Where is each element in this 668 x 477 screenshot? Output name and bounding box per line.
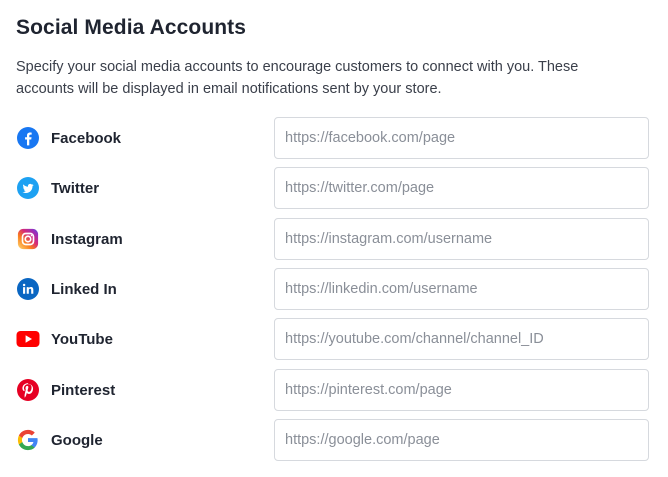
pinterest-url-input[interactable] <box>274 369 649 411</box>
pinterest-label-group: Pinterest <box>16 369 115 411</box>
linkedin-icon <box>16 277 40 301</box>
youtube-url-input[interactable] <box>274 318 649 360</box>
facebook-row: Facebook <box>16 117 652 159</box>
instagram-label-group: Instagram <box>16 218 123 260</box>
section-description: Specify your social media accounts to en… <box>16 59 579 97</box>
twitter-icon <box>16 176 40 200</box>
linkedin-label-group: Linked In <box>16 268 117 310</box>
pinterest-label: Pinterest <box>51 381 116 399</box>
linkedin-label: Linked In <box>51 280 117 298</box>
pinterest-icon <box>16 378 40 402</box>
social-media-settings-panel: Social Media Accounts Specify your socia… <box>0 0 668 477</box>
youtube-icon <box>16 327 40 351</box>
facebook-label-group: Facebook <box>16 117 121 159</box>
youtube-label: YouTube <box>51 330 113 348</box>
linkedin-row: Linked In <box>16 268 652 310</box>
instagram-icon <box>16 227 40 251</box>
google-icon <box>16 428 40 452</box>
instagram-label: Instagram <box>51 230 123 248</box>
linkedin-url-input[interactable] <box>274 268 649 310</box>
section-title: Social Media Accounts <box>16 16 247 39</box>
youtube-label-group: YouTube <box>16 318 113 360</box>
instagram-url-input[interactable] <box>274 218 649 260</box>
facebook-label: Facebook <box>51 129 122 147</box>
facebook-icon <box>16 126 40 150</box>
google-label-group: Google <box>16 419 103 461</box>
twitter-label: Twitter <box>51 179 100 197</box>
twitter-url-input[interactable] <box>274 167 649 209</box>
instagram-row: Instagram <box>16 218 652 260</box>
google-label: Google <box>51 431 103 449</box>
twitter-label-group: Twitter <box>16 167 99 209</box>
google-row: Google <box>16 419 652 461</box>
pinterest-row: Pinterest <box>16 369 652 411</box>
twitter-row: Twitter <box>16 167 652 209</box>
facebook-url-input[interactable] <box>274 117 649 159</box>
youtube-row: YouTube <box>16 318 652 360</box>
google-url-input[interactable] <box>274 419 649 461</box>
